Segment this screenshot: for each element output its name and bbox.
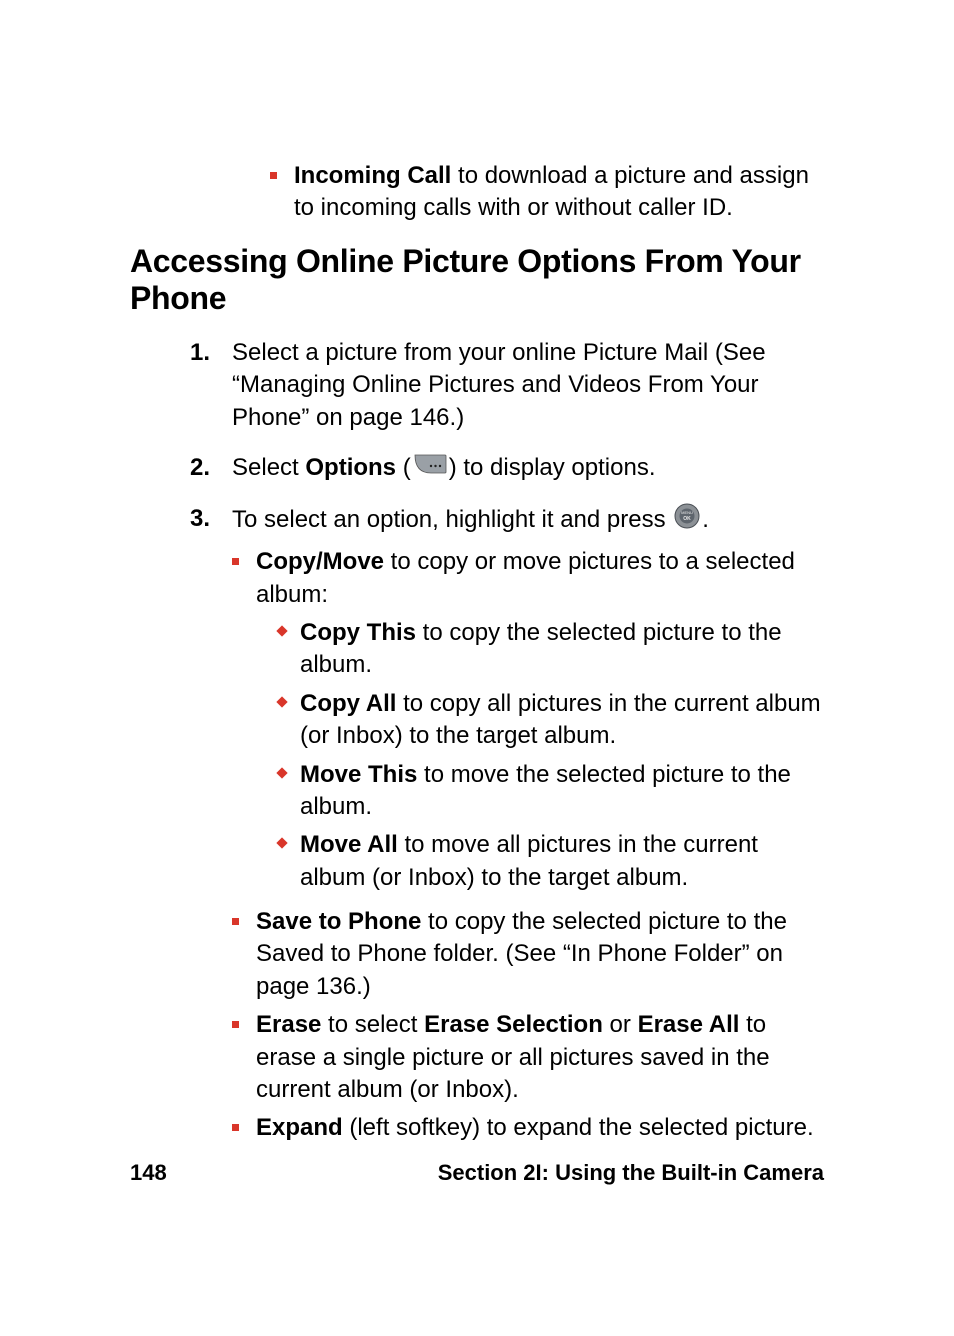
copy-all-body: Copy All to copy all pictures in the cur…: [300, 688, 824, 753]
page-footer: 148 Section 2I: Using the Built-in Camer…: [130, 1160, 824, 1186]
move-this-bold: Move This: [300, 761, 417, 788]
option-copy-move-body: Copy/Move to copy or move pictures to a …: [256, 546, 824, 900]
sub-copy-this: Copy This to copy the selected picture t…: [278, 617, 824, 682]
page-number: 148: [130, 1160, 167, 1186]
section-title: Section 2I: Using the Built-in Camera: [438, 1160, 824, 1186]
sub-move-this: Move This to move the selected picture t…: [278, 759, 824, 824]
step-1-num: 1.: [190, 337, 232, 369]
erase-b1: Erase: [256, 1011, 321, 1038]
copy-this-bold: Copy This: [300, 619, 416, 646]
sub-move-all: Move All to move all pictures in the cur…: [278, 829, 824, 894]
steps-list: 1. Select a picture from your online Pic…: [130, 337, 824, 1151]
options-list: Copy/Move to copy or move pictures to a …: [232, 546, 824, 1145]
expand-body: Expand (left softkey) to expand the sele…: [256, 1112, 824, 1144]
sub-copy-all: Copy All to copy all pictures in the cur…: [278, 688, 824, 753]
diamond-icon: [278, 829, 300, 847]
move-all-body: Move All to move all pictures in the cur…: [300, 829, 824, 894]
erase-t1: to select: [321, 1011, 424, 1038]
step-2-pre: Select: [232, 454, 305, 481]
step-3: 3. To select an option, highlight it and…: [130, 503, 824, 1151]
erase-body: Erase to select Erase Selection or Erase…: [256, 1009, 824, 1106]
copy-this-body: Copy This to copy the selected picture t…: [300, 617, 824, 682]
step-2-body: Select Options ( ) to display options.: [232, 452, 824, 485]
right-softkey-icon: [413, 452, 447, 484]
copy-move-sublist: Copy This to copy the selected picture t…: [278, 617, 824, 894]
intro-bullet-block: Incoming Call to download a picture and …: [270, 160, 824, 225]
move-this-body: Move This to move the selected picture t…: [300, 759, 824, 824]
erase-b2: Erase Selection: [424, 1011, 603, 1038]
intro-bullet-bold: Incoming Call: [294, 162, 451, 189]
page-heading: Accessing Online Picture Options From Yo…: [130, 243, 824, 317]
save-bold: Save to Phone: [256, 908, 421, 935]
move-all-bold: Move All: [300, 831, 398, 858]
diamond-icon: [278, 617, 300, 635]
option-copy-move: Copy/Move to copy or move pictures to a …: [232, 546, 824, 900]
step-3-line: To select an option, highlight it and pr…: [232, 503, 824, 538]
bullet-icon: [232, 1112, 256, 1131]
erase-b3: Erase All: [638, 1011, 740, 1038]
page: Incoming Call to download a picture and …: [0, 0, 954, 1336]
copy-move-bold: Copy/Move: [256, 548, 384, 575]
step-3-body: To select an option, highlight it and pr…: [232, 503, 824, 1151]
bullet-icon: [232, 546, 256, 565]
diamond-icon: [278, 688, 300, 706]
svg-text:MENU: MENU: [681, 510, 693, 515]
option-erase: Erase to select Erase Selection or Erase…: [232, 1009, 824, 1106]
menu-ok-icon: MENU OK: [674, 503, 700, 538]
copy-all-bold: Copy All: [300, 690, 396, 717]
step-3-post: .: [702, 506, 709, 533]
step-1: 1. Select a picture from your online Pic…: [130, 337, 824, 434]
bullet-icon: [232, 906, 256, 925]
step-3-num: 3.: [190, 503, 232, 535]
diamond-icon: [278, 759, 300, 777]
intro-bullet: Incoming Call to download a picture and …: [270, 160, 824, 225]
bullet-icon: [270, 160, 294, 179]
step-2-open: (: [396, 454, 411, 481]
intro-bullet-text: Incoming Call to download a picture and …: [294, 160, 824, 225]
option-expand: Expand (left softkey) to expand the sele…: [232, 1112, 824, 1144]
expand-rest: (left softkey) to expand the selected pi…: [343, 1114, 814, 1141]
step-2-bold: Options: [305, 454, 396, 481]
save-body: Save to Phone to copy the selected pictu…: [256, 906, 824, 1003]
erase-t2: or: [603, 1011, 638, 1038]
step-3-pre: To select an option, highlight it and pr…: [232, 506, 672, 533]
step-2-num: 2.: [190, 452, 232, 484]
step-2-close: ) to display options.: [449, 454, 656, 481]
step-2: 2. Select Options ( ) to display options…: [130, 452, 824, 485]
option-save-to-phone: Save to Phone to copy the selected pictu…: [232, 906, 824, 1003]
expand-bold: Expand: [256, 1114, 343, 1141]
svg-text:OK: OK: [684, 516, 692, 522]
step-1-body: Select a picture from your online Pictur…: [232, 337, 824, 434]
bullet-icon: [232, 1009, 256, 1028]
